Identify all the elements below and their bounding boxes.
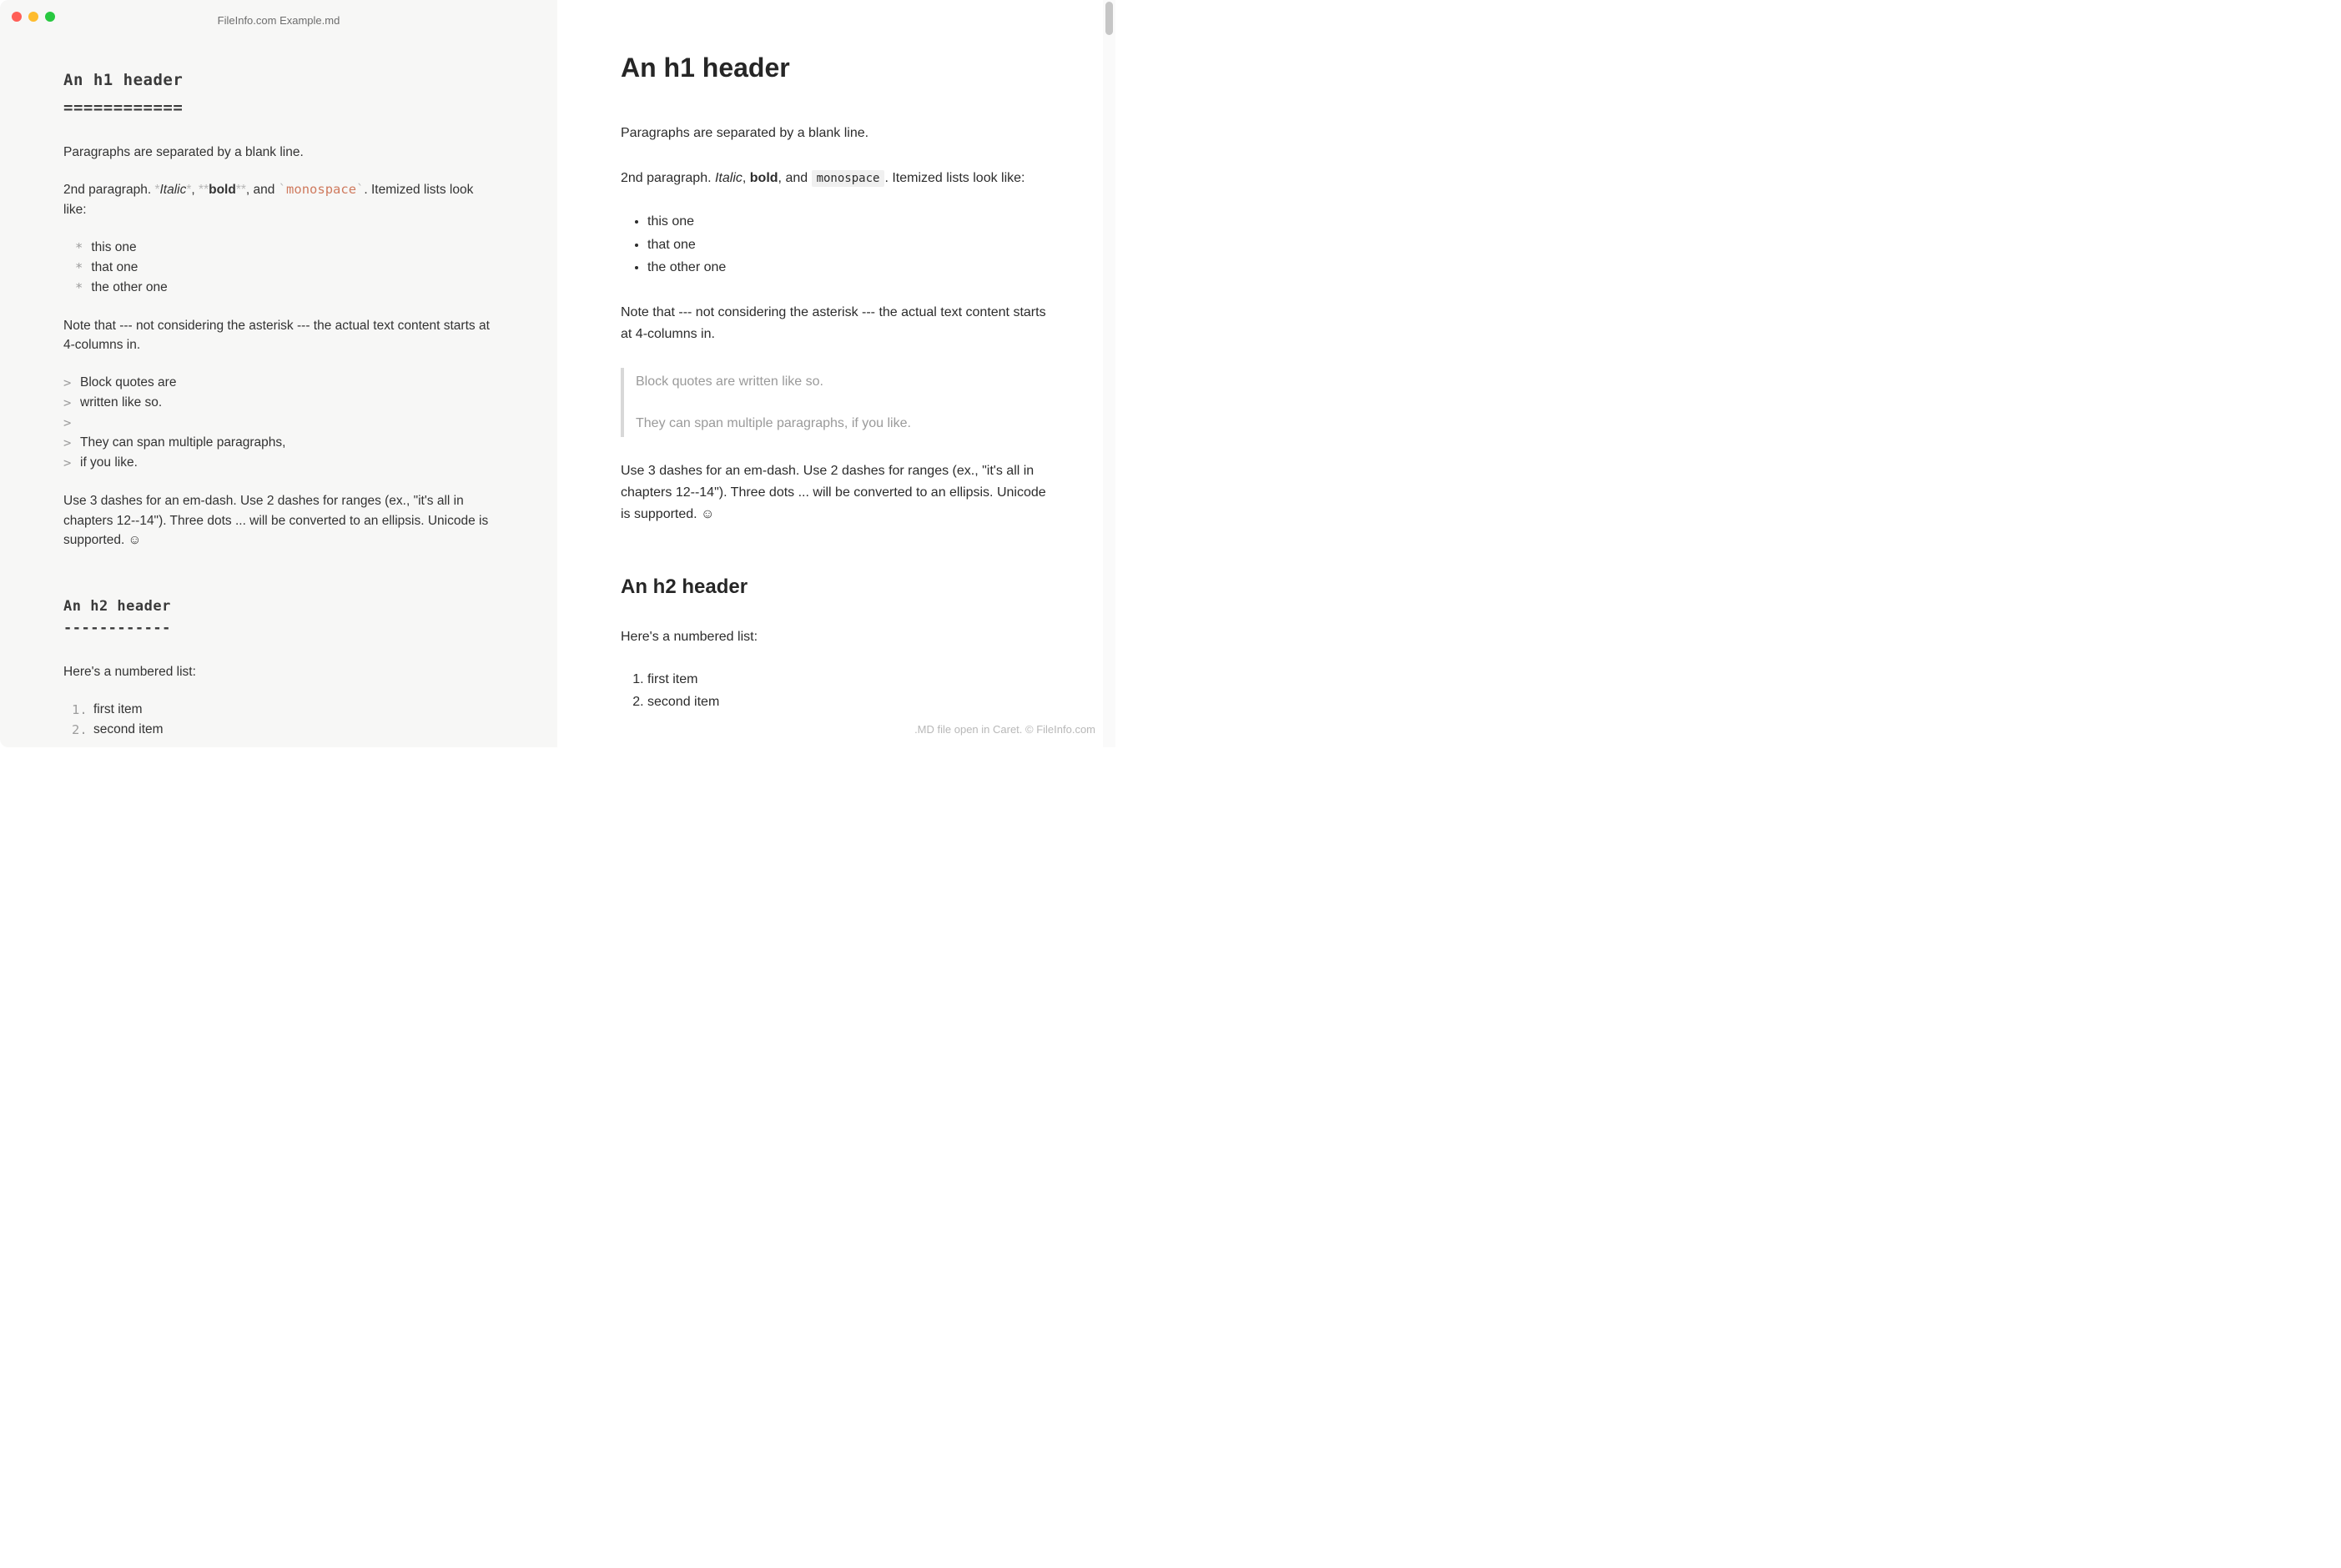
list-item-text: second item bbox=[93, 720, 164, 740]
text: 2nd paragraph. bbox=[621, 171, 715, 185]
list-item: * this one bbox=[75, 238, 494, 258]
src-h2-underline: ------------ bbox=[63, 618, 494, 640]
bold-text: bold bbox=[209, 183, 236, 197]
quote-marker-icon: > bbox=[63, 413, 72, 433]
preview-bullet-list: this one that one the other one bbox=[621, 210, 1052, 279]
preview-dashes: Use 3 dashes for an em-dash. Use 2 dashe… bbox=[621, 460, 1052, 525]
src-h1-underline: ============ bbox=[63, 96, 494, 120]
quote-text: written like so. bbox=[80, 393, 162, 413]
preview-h2: An h2 header bbox=[621, 571, 1052, 603]
minimize-icon[interactable] bbox=[28, 12, 38, 22]
preview-note: Note that --- not considering the asteri… bbox=[621, 302, 1052, 344]
preview-numbered-list: first item second item bbox=[621, 668, 1052, 713]
zoom-icon[interactable] bbox=[45, 12, 55, 22]
text: , bbox=[191, 183, 199, 197]
editor-content[interactable]: An h1 header ============ Paragraphs are… bbox=[0, 35, 557, 740]
src-para-2: 2nd paragraph. *Italic*, **bold**, and `… bbox=[63, 180, 494, 219]
window-title: FileInfo.com Example.md bbox=[0, 14, 557, 27]
list-item-text: first item bbox=[93, 700, 143, 720]
quote-line: > Block quotes are bbox=[63, 373, 494, 393]
src-numbered-intro: Here's a numbered list: bbox=[63, 662, 494, 681]
quote-text: Block quotes are bbox=[80, 373, 176, 393]
list-item-text: this one bbox=[91, 238, 136, 258]
preview-numbered-intro: Here's a numbered list: bbox=[621, 626, 1052, 648]
preview-para-2: 2nd paragraph. Italic, bold, and monospa… bbox=[621, 168, 1052, 189]
quote-line: > if you like. bbox=[63, 453, 494, 473]
text: . Itemized lists look like: bbox=[884, 171, 1025, 185]
app-window: FileInfo.com Example.md An h1 header ===… bbox=[0, 0, 1115, 747]
code-text: monospace bbox=[286, 182, 356, 197]
number-marker: 2. bbox=[72, 720, 87, 740]
close-icon[interactable] bbox=[12, 12, 22, 22]
quote-text: They can span multiple paragraphs, bbox=[80, 433, 285, 453]
code-marker: ` bbox=[279, 182, 286, 197]
list-item: second item bbox=[647, 691, 1052, 713]
quote-paragraph: They can span multiple paragraphs, if yo… bbox=[636, 413, 1052, 435]
list-item: first item bbox=[647, 668, 1052, 691]
quote-line: > bbox=[63, 413, 494, 433]
italic-text: Italic bbox=[160, 183, 187, 197]
quote-line: > written like so. bbox=[63, 393, 494, 413]
list-item: this one bbox=[647, 210, 1052, 233]
quote-text: if you like. bbox=[80, 453, 138, 473]
quote-marker-icon: > bbox=[63, 373, 72, 393]
bold-marker: ** bbox=[236, 183, 246, 197]
source-pane: FileInfo.com Example.md An h1 header ===… bbox=[0, 0, 557, 747]
italic-text: Italic bbox=[715, 171, 743, 185]
preview-para-1: Paragraphs are separated by a blank line… bbox=[621, 123, 1052, 144]
quote-marker-icon: > bbox=[63, 433, 72, 453]
preview-h1: An h1 header bbox=[621, 47, 1052, 89]
preview-pane: An h1 header Paragraphs are separated by… bbox=[557, 0, 1115, 747]
list-item: 1. first item bbox=[72, 700, 494, 720]
src-dashes: Use 3 dashes for an em-dash. Use 2 dashe… bbox=[63, 491, 494, 550]
code-text: monospace bbox=[812, 170, 885, 187]
list-item: * that one bbox=[75, 258, 494, 278]
src-para-1: Paragraphs are separated by a blank line… bbox=[63, 143, 494, 162]
list-item: that one bbox=[647, 234, 1052, 256]
bold-marker: ** bbox=[199, 183, 209, 197]
number-marker: 1. bbox=[72, 700, 87, 720]
quote-line: > They can span multiple paragraphs, bbox=[63, 433, 494, 453]
src-blockquote: > Block quotes are > written like so. > > T… bbox=[63, 373, 494, 473]
src-bullet-list: * this one * that one * the other one bbox=[63, 238, 494, 298]
titlebar: FileInfo.com Example.md bbox=[0, 0, 557, 35]
list-item: the other one bbox=[647, 256, 1052, 279]
quote-marker-icon: > bbox=[63, 453, 72, 473]
list-item-text: that one bbox=[91, 258, 138, 278]
src-numbered-list: 1. first item 2. second item bbox=[63, 700, 494, 740]
list-item-text: the other one bbox=[91, 278, 167, 298]
text: , and bbox=[778, 171, 812, 185]
src-h2: An h2 header bbox=[63, 596, 494, 618]
quote-paragraph: Block quotes are written like so. bbox=[636, 371, 1052, 393]
traffic-lights bbox=[12, 12, 55, 22]
list-item: 2. second item bbox=[72, 720, 494, 740]
src-h1: An h1 header bbox=[63, 68, 494, 93]
list-item: * the other one bbox=[75, 278, 494, 298]
quote-marker-icon: > bbox=[63, 393, 72, 413]
src-note: Note that --- not considering the asteri… bbox=[63, 316, 494, 355]
preview-blockquote: Block quotes are written like so. They c… bbox=[621, 368, 1052, 437]
asterisk-icon: * bbox=[75, 238, 83, 258]
text: 2nd paragraph. bbox=[63, 183, 154, 197]
footer-credit: .MD file open in Caret. © FileInfo.com bbox=[914, 723, 1095, 736]
asterisk-icon: * bbox=[75, 258, 83, 278]
bold-text: bold bbox=[750, 171, 778, 185]
text: , bbox=[743, 171, 750, 185]
scrollbar-track[interactable] bbox=[1103, 0, 1115, 747]
code-marker: ` bbox=[356, 182, 364, 197]
scrollbar-thumb[interactable] bbox=[1105, 2, 1113, 35]
asterisk-icon: * bbox=[75, 278, 83, 298]
text: , and bbox=[246, 183, 279, 197]
